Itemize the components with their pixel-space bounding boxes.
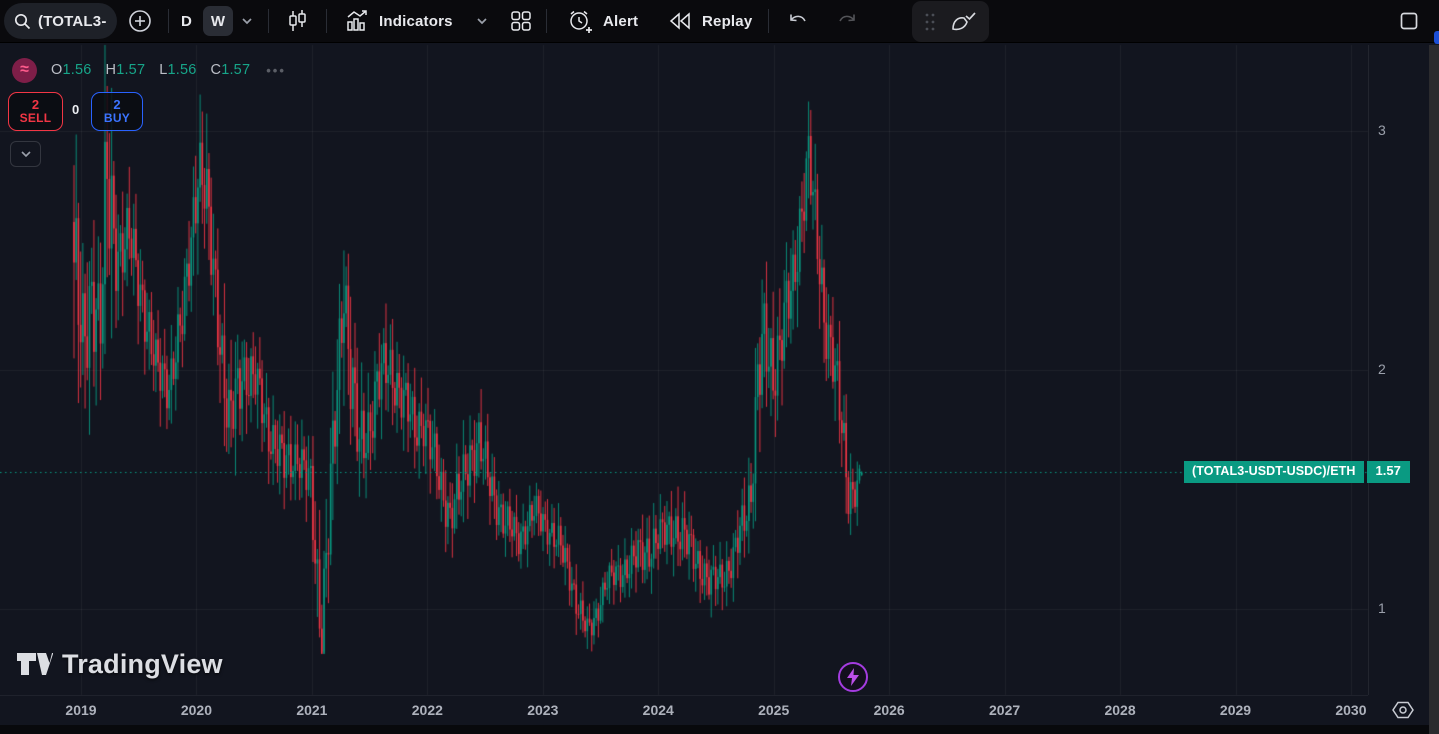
grid-layout-icon bbox=[511, 11, 531, 31]
top-toolbar: (TOTAL3- D W Indicators Alert Replay bbox=[0, 0, 1439, 43]
time-axis-label: 2027 bbox=[989, 702, 1021, 718]
time-axis-label: 2028 bbox=[1104, 702, 1136, 718]
sell-button[interactable]: 2 SELL bbox=[8, 92, 63, 131]
interval-week-button[interactable]: W bbox=[203, 6, 233, 36]
indicators-button[interactable]: Indicators bbox=[344, 0, 453, 42]
alert-label: Alert bbox=[603, 12, 639, 30]
alert-clock-icon bbox=[570, 10, 592, 33]
alert-button[interactable]: Alert bbox=[566, 0, 638, 42]
indicators-menu-button[interactable] bbox=[474, 0, 490, 42]
interval-menu-button[interactable] bbox=[239, 0, 255, 42]
toolbar-divider bbox=[268, 9, 269, 33]
right-panel-edge[interactable] bbox=[1429, 45, 1439, 734]
chevron-down-icon bbox=[20, 151, 31, 158]
undo-button[interactable] bbox=[786, 0, 811, 42]
last-price-value: 1.57 bbox=[1366, 461, 1410, 483]
sell-count: 2 bbox=[31, 97, 40, 113]
favorite-drawings-panel bbox=[912, 1, 989, 42]
redo-arrow-icon bbox=[839, 14, 855, 21]
candlestick-chart[interactable] bbox=[0, 0, 1439, 734]
fullscreen-icon bbox=[1400, 12, 1418, 30]
symbol-search-button[interactable]: (TOTAL3- bbox=[4, 3, 117, 39]
position-quantity: 0 bbox=[72, 102, 80, 117]
replay-label: Replay bbox=[702, 12, 753, 30]
price-axis[interactable]: 3 2 1 bbox=[1368, 45, 1429, 695]
time-axis-label: 2026 bbox=[873, 702, 905, 718]
toolbar-divider bbox=[768, 9, 769, 33]
interval-week-label: W bbox=[210, 12, 226, 30]
fullscreen-button[interactable] bbox=[1399, 0, 1419, 42]
price-axis-label: 2 bbox=[1378, 360, 1386, 377]
last-price-label: (TOTAL3-USDT-USDC)/ETH 1.57 bbox=[1184, 461, 1410, 483]
last-price-symbol: (TOTAL3-USDT-USDC)/ETH bbox=[1184, 461, 1364, 483]
search-icon bbox=[14, 13, 31, 30]
candlestick-style-icon bbox=[289, 10, 306, 31]
quick-trade-lightning-button[interactable] bbox=[838, 662, 868, 692]
symbol-search-text: (TOTAL3- bbox=[38, 12, 107, 30]
legend-high: H1.57 bbox=[105, 62, 146, 78]
tradingview-logo[interactable]: TradingView bbox=[16, 648, 223, 680]
tradingview-mark-icon bbox=[17, 653, 53, 675]
settings-hexagon-icon bbox=[1392, 701, 1414, 719]
indicators-label: Indicators bbox=[379, 12, 453, 30]
buy-label: BUY bbox=[103, 111, 131, 126]
favorite-drawing-tool-icon[interactable] bbox=[949, 9, 977, 35]
price-axis-label: 3 bbox=[1378, 122, 1386, 139]
replay-button[interactable]: Replay bbox=[667, 0, 752, 42]
sell-label: SELL bbox=[19, 111, 52, 126]
chevron-down-icon bbox=[477, 18, 487, 25]
chevron-down-icon bbox=[242, 18, 252, 25]
lightning-bolt-icon bbox=[847, 668, 859, 686]
time-axis[interactable]: 2019 2020 2021 2022 2023 2024 2025 2026 2027 2028… bbox=[0, 695, 1368, 725]
chart-legend[interactable]: ≈ O1.56 H1.57 L1.56 C1.57 ••• bbox=[12, 57, 286, 83]
indicators-icon bbox=[347, 10, 367, 31]
redo-button[interactable] bbox=[834, 0, 859, 42]
interval-day-label: D bbox=[181, 12, 193, 30]
window-bottom-edge bbox=[0, 725, 1439, 734]
drag-handle-icon[interactable] bbox=[924, 12, 936, 32]
undo-arrow-icon bbox=[790, 14, 806, 21]
collapse-legend-button[interactable] bbox=[10, 141, 41, 167]
axis-settings-button[interactable] bbox=[1391, 698, 1415, 722]
time-axis-label: 2019 bbox=[65, 702, 97, 718]
symbol-source-icon: ≈ bbox=[12, 57, 37, 83]
toolbar-divider bbox=[168, 9, 169, 33]
right-panel-accent bbox=[1434, 31, 1439, 44]
toolbar-divider bbox=[546, 9, 547, 33]
legend-close: C1.57 bbox=[210, 62, 251, 78]
time-axis-label: 2024 bbox=[642, 702, 674, 718]
legend-more-button[interactable]: ••• bbox=[266, 63, 286, 78]
legend-low: L1.56 bbox=[159, 62, 197, 78]
buy-count: 2 bbox=[113, 97, 121, 113]
toolbar-divider bbox=[326, 9, 327, 33]
plus-circle-icon bbox=[129, 10, 151, 32]
time-axis-label: 2029 bbox=[1219, 702, 1252, 718]
time-axis-label: 2022 bbox=[411, 702, 443, 718]
tradingview-logo-text: TradingView bbox=[62, 648, 223, 679]
layout-button[interactable] bbox=[508, 0, 534, 42]
time-axis-label: 2030 bbox=[1335, 702, 1367, 718]
time-axis-label: 2020 bbox=[180, 702, 213, 718]
legend-open: O1.56 bbox=[51, 62, 92, 78]
tradingview-chart-window: (TOTAL3- D W Indicators Alert Replay ≈ O… bbox=[0, 0, 1439, 734]
compare-add-button[interactable] bbox=[128, 0, 152, 42]
price-axis-label: 1 bbox=[1378, 599, 1386, 616]
buy-button[interactable]: 2 BUY bbox=[91, 92, 143, 131]
chart-type-button[interactable] bbox=[284, 0, 310, 42]
time-axis-label: 2023 bbox=[527, 702, 559, 718]
time-axis-label: 2025 bbox=[758, 702, 790, 718]
interval-day-button[interactable]: D bbox=[181, 0, 192, 42]
time-axis-label: 2021 bbox=[296, 702, 328, 718]
replay-rewind-icon bbox=[669, 12, 690, 30]
